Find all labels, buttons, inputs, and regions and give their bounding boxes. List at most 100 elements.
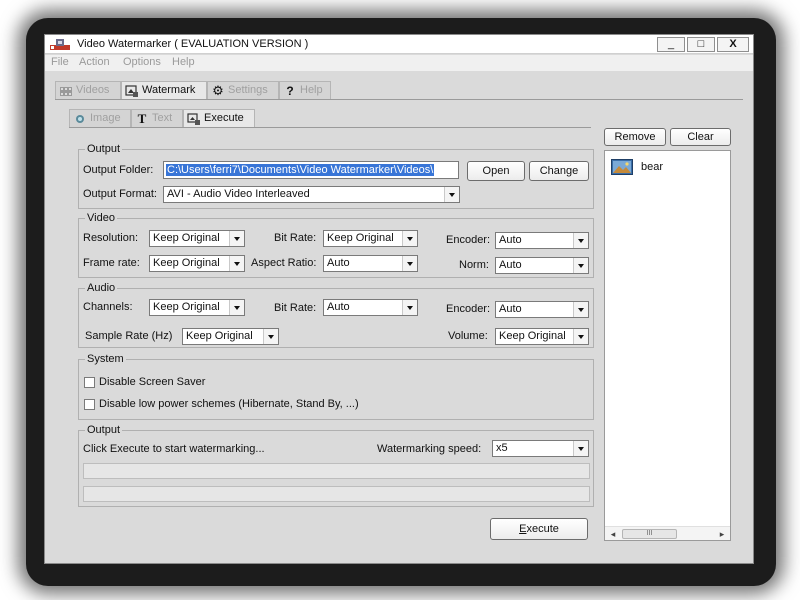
- aspect-ratio-select[interactable]: Auto: [323, 255, 418, 272]
- output-format-select[interactable]: AVI - Audio Video Interleaved: [163, 186, 460, 203]
- chevron-down-icon: [573, 329, 588, 344]
- close-button[interactable]: X: [717, 37, 749, 52]
- video-encoder-label: Encoder:: [446, 234, 491, 246]
- chevron-down-icon: [402, 256, 417, 271]
- video-settings-group: Video Resolution: Keep Original Bit Rate…: [78, 212, 594, 278]
- gear-icon: ⚙: [212, 83, 224, 98]
- image-file-icon: [611, 159, 633, 175]
- aspect-ratio-value: Auto: [327, 257, 350, 269]
- tab-settings[interactable]: ⚙ Settings: [207, 81, 279, 99]
- chevron-down-icon: [402, 300, 417, 315]
- output-settings-group: Output Output Folder: C:\Users\ferri7\Do…: [78, 143, 594, 209]
- norm-value: Auto: [499, 259, 522, 271]
- video-bitrate-select[interactable]: Keep Original: [323, 230, 418, 247]
- volume-label: Volume:: [448, 330, 488, 342]
- execute-icon: [187, 113, 200, 125]
- channels-select[interactable]: Keep Original: [149, 299, 245, 316]
- tab-settings-label: Settings: [228, 84, 268, 96]
- image-icon: [76, 115, 84, 123]
- tab-watermark[interactable]: Watermark: [121, 81, 207, 100]
- open-button[interactable]: Open: [467, 161, 525, 181]
- menu-file[interactable]: File: [51, 56, 69, 68]
- tab-execute[interactable]: Execute: [183, 109, 255, 127]
- channels-label: Channels:: [83, 301, 133, 313]
- progress-bar-total: [83, 486, 590, 502]
- title-bar[interactable]: Video Watermarker ( EVALUATION VERSION )…: [45, 35, 753, 54]
- system-settings-group: System Disable Screen Saver Disable low …: [78, 353, 594, 420]
- menu-action[interactable]: Action: [79, 56, 110, 68]
- volume-select[interactable]: Keep Original: [495, 328, 589, 345]
- video-group-title: Video: [85, 212, 117, 224]
- chevron-down-icon: [573, 258, 588, 273]
- chevron-down-icon: [573, 441, 588, 456]
- tab-text[interactable]: T Text: [131, 109, 183, 127]
- horizontal-scrollbar[interactable]: ◂ III ▸: [605, 526, 730, 540]
- question-icon: ?: [286, 84, 294, 98]
- progress-bar-file: [83, 463, 590, 479]
- output-folder-label: Output Folder:: [83, 164, 154, 176]
- output-folder-field[interactable]: C:\Users\ferri7\Documents\Video Watermar…: [163, 161, 459, 179]
- chevron-down-icon: [263, 329, 278, 344]
- scroll-right-icon[interactable]: ▸: [716, 528, 728, 540]
- watermarking-speed-label: Watermarking speed:: [377, 443, 482, 455]
- maximize-button[interactable]: □: [687, 37, 715, 52]
- menu-help[interactable]: Help: [172, 56, 195, 68]
- audio-bitrate-value: Auto: [327, 301, 350, 313]
- audio-bitrate-select[interactable]: Auto: [323, 299, 418, 316]
- disable-screensaver-label[interactable]: Disable Screen Saver: [99, 376, 205, 388]
- chevron-down-icon: [573, 233, 588, 248]
- chevron-down-icon: [444, 187, 459, 202]
- disable-screensaver-checkbox[interactable]: [84, 377, 95, 388]
- tab-image-label: Image: [90, 112, 121, 124]
- channels-value: Keep Original: [153, 301, 220, 313]
- menu-bar: File Action Options Help: [45, 55, 753, 71]
- remove-button[interactable]: Remove: [604, 128, 666, 146]
- output-format-value: AVI - Audio Video Interleaved: [167, 188, 310, 200]
- sample-rate-label: Sample Rate (Hz): [85, 330, 173, 342]
- norm-select[interactable]: Auto: [495, 257, 589, 274]
- tab-videos[interactable]: Videos: [55, 81, 121, 99]
- disable-power-schemes-checkbox[interactable]: [84, 399, 95, 410]
- chevron-down-icon: [229, 231, 244, 246]
- sample-rate-select[interactable]: Keep Original: [182, 328, 279, 345]
- scroll-thumb[interactable]: III: [622, 529, 677, 539]
- app-window: Video Watermarker ( EVALUATION VERSION )…: [44, 34, 754, 564]
- progress-group: Output Click Execute to start watermarki…: [78, 424, 594, 507]
- system-group-title: System: [85, 353, 126, 365]
- resolution-value: Keep Original: [153, 232, 220, 244]
- watermarking-speed-value: x5: [496, 442, 508, 454]
- chevron-down-icon: [229, 300, 244, 315]
- tab-videos-label: Videos: [76, 84, 110, 96]
- execute-button[interactable]: Execute: [490, 518, 588, 540]
- text-icon: T: [137, 111, 147, 126]
- norm-label: Norm:: [459, 259, 489, 271]
- menu-options[interactable]: Options: [123, 56, 161, 68]
- resolution-label: Resolution:: [83, 232, 139, 244]
- scroll-left-icon[interactable]: ◂: [607, 528, 619, 540]
- tab-help-label: Help: [300, 84, 323, 96]
- aspect-ratio-label: Aspect Ratio:: [251, 257, 317, 269]
- video-encoder-select[interactable]: Auto: [495, 232, 589, 249]
- progress-group-title: Output: [85, 424, 123, 436]
- video-bitrate-label: Bit Rate:: [274, 232, 317, 244]
- status-text: Click Execute to start watermarking...: [83, 443, 265, 455]
- change-button[interactable]: Change: [529, 161, 589, 181]
- framerate-select[interactable]: Keep Original: [149, 255, 245, 272]
- tab-image[interactable]: Image: [69, 109, 131, 127]
- tab-execute-label: Execute: [204, 112, 244, 124]
- tab-help[interactable]: ? Help: [279, 81, 331, 99]
- audio-encoder-select[interactable]: Auto: [495, 301, 589, 318]
- disable-power-schemes-label[interactable]: Disable low power schemes (Hibernate, St…: [99, 398, 359, 410]
- resolution-select[interactable]: Keep Original: [149, 230, 245, 247]
- tab-watermark-label: Watermark: [142, 84, 196, 96]
- sample-rate-value: Keep Original: [186, 330, 253, 342]
- clear-button[interactable]: Clear: [670, 128, 731, 146]
- output-group-title: Output: [85, 143, 123, 155]
- chevron-down-icon: [229, 256, 244, 271]
- audio-encoder-value: Auto: [499, 303, 522, 315]
- minimize-button[interactable]: _: [657, 37, 685, 52]
- watermarking-speed-select[interactable]: x5: [492, 440, 589, 457]
- audio-settings-group: Audio Channels: Keep Original Bit Rate: …: [78, 282, 594, 348]
- video-list[interactable]: bear ◂ III ▸: [604, 150, 731, 541]
- output-folder-value: C:\Users\ferri7\Documents\Video Watermar…: [166, 164, 435, 176]
